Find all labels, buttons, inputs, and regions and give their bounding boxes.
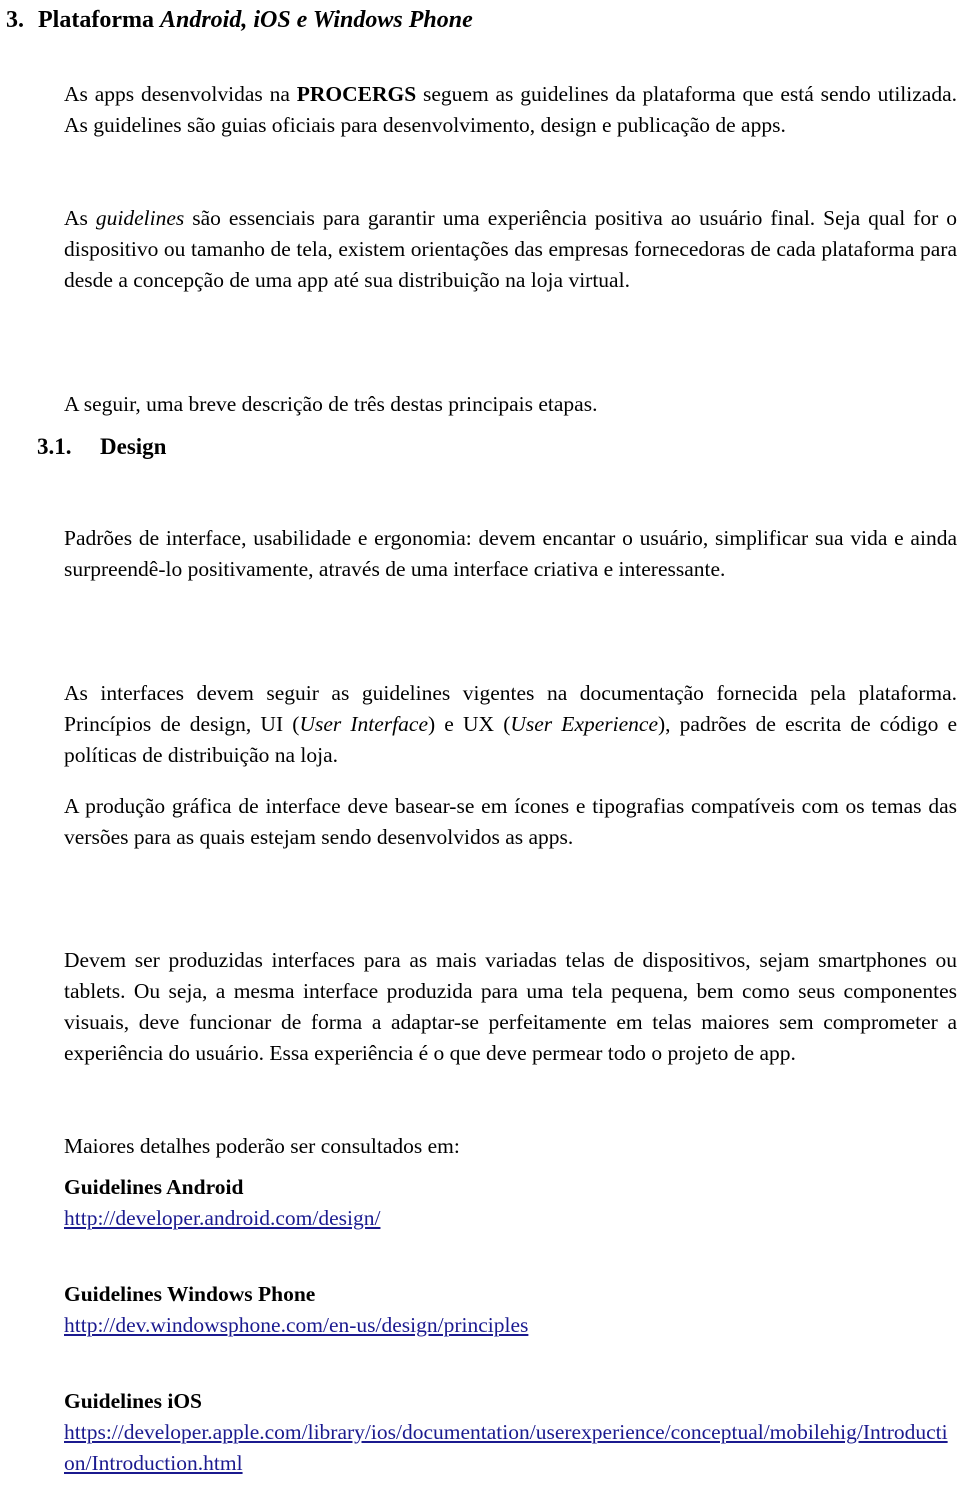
subsection-number: 3.1.	[37, 434, 72, 459]
p5-text-b: ) e UX (	[428, 711, 511, 736]
paragraph-devem-ser-produzidas: Devem ser produzidas interfaces para as …	[64, 947, 957, 1065]
p1-text-a: As apps desenvolvidas na	[64, 81, 297, 106]
section-title-plain: Plataforma	[38, 7, 160, 33]
paragraph-guidelines-essenciais: As guidelines são essenciais para garant…	[64, 203, 957, 296]
subsection-heading-3-1: 3.1. Design	[37, 432, 166, 462]
guidelines-ios-heading: Guidelines iOS	[64, 1389, 202, 1413]
paragraph-interfaces-guidelines: As interfaces devem seguir as guidelines…	[64, 678, 957, 771]
document-page: 3. Plataforma Android, iOS e Windows Phon…	[0, 0, 960, 1487]
section-heading-3: 3. Plataforma Android, iOS e Windows Phon…	[6, 5, 950, 35]
p5-user-experience-italic: User Experience	[510, 711, 658, 736]
paragraph-a-seguir: A seguir, uma breve descrição de três de…	[64, 391, 598, 416]
link-guidelines-android[interactable]: http://developer.android.com/design/	[64, 1203, 957, 1234]
link-guidelines-windows-phone[interactable]: http://dev.windowsphone.com/en-us/design…	[64, 1310, 957, 1341]
subsection-title: Design	[100, 434, 167, 459]
link-guidelines-ios[interactable]: https://developer.apple.com/library/ios/…	[64, 1417, 957, 1479]
paragraph-producao-grafica: A produção gráfica de interface deve bas…	[64, 793, 957, 849]
guidelines-windows-phone-heading: Guidelines Windows Phone	[64, 1282, 316, 1306]
p2-text-b: são essenciais para garantir uma experiê…	[64, 205, 957, 292]
section-number: 3.	[6, 7, 24, 33]
paragraph-maiores-detalhes: Maiores detalhes poderão ser consultados…	[64, 1133, 460, 1158]
paragraph-padroes-interface: Padrões de interface, usabilidade e ergo…	[64, 525, 957, 581]
p5-user-interface-italic: User Interface	[299, 711, 428, 736]
section-title-italic: Android, iOS e Windows Phone	[159, 7, 473, 33]
p1-procergs-bold: PROCERGS	[296, 81, 417, 106]
p2-guidelines-italic: guidelines	[95, 205, 185, 230]
paragraph-apps-procergs: As apps desenvolvidas na PROCERGS seguem…	[64, 79, 957, 141]
p2-text-a: As	[64, 205, 96, 230]
guidelines-android-heading: Guidelines Android	[64, 1175, 244, 1199]
